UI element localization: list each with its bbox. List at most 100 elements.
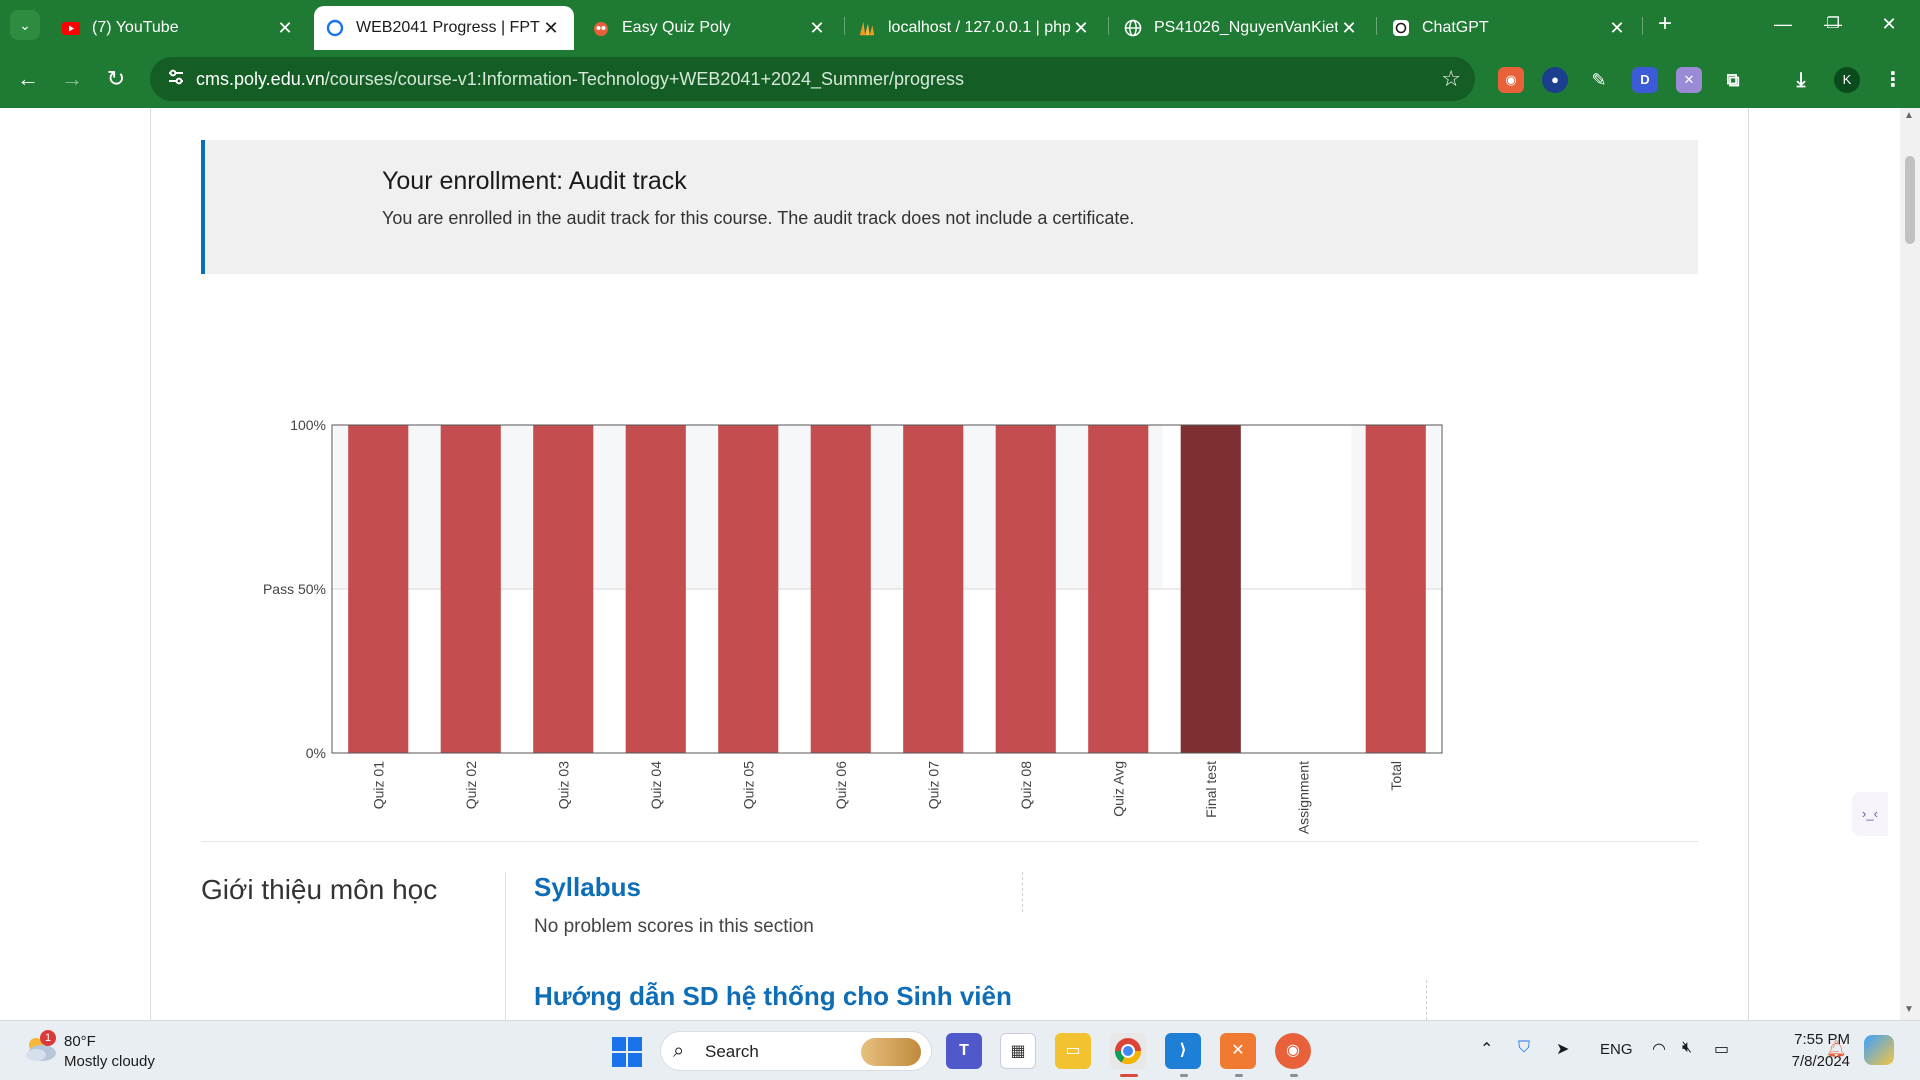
volume-muted-icon[interactable]: 🔇︎ bbox=[1682, 1039, 1692, 1057]
globe-icon bbox=[1124, 19, 1142, 37]
floating-widget-icon[interactable]: ›_‹ bbox=[1852, 792, 1888, 836]
tab-web2041-progress[interactable]: WEB2041 Progress | FPT Po ✕ bbox=[314, 6, 574, 50]
app-indicator bbox=[1290, 1074, 1298, 1077]
weather-badge: 1 bbox=[40, 1030, 56, 1046]
chrome-menu-icon[interactable]: ⋮ bbox=[1880, 67, 1906, 93]
circle-extension-icon[interactable]: ● bbox=[1542, 67, 1568, 93]
student-guide-link[interactable]: Hướng dẫn SD hệ thống cho Sinh viên bbox=[534, 981, 1012, 1012]
tab-search-button[interactable]: ⌄ bbox=[10, 10, 40, 40]
bar-quiz-08 bbox=[995, 425, 1056, 753]
owl-extension-icon[interactable]: ◉ bbox=[1498, 67, 1524, 93]
enrollment-banner: Your enrollment: Audit track You are enr… bbox=[201, 140, 1698, 274]
d-extension-icon[interactable]: D bbox=[1632, 67, 1658, 93]
app-indicator bbox=[1180, 1074, 1188, 1077]
youtube-icon bbox=[62, 19, 80, 37]
close-tab-icon[interactable]: ✕ bbox=[540, 18, 562, 39]
wifi-icon[interactable]: ◠ bbox=[1652, 1039, 1666, 1059]
minimize-window-button[interactable]: — bbox=[1760, 8, 1806, 40]
x-tick-label: Quiz 02 bbox=[463, 761, 479, 809]
defender-shield-icon[interactable]: ⛉ bbox=[1518, 1039, 1530, 1057]
chrome-icon[interactable] bbox=[1110, 1033, 1146, 1069]
profile-avatar[interactable]: K bbox=[1834, 67, 1860, 93]
tray-overflow-chevron-icon[interactable]: ⌃ bbox=[1480, 1039, 1493, 1059]
windows-start-icon[interactable] bbox=[612, 1037, 642, 1067]
taskbar-search[interactable]: ⌕ Search bbox=[660, 1031, 932, 1071]
tab-ps41026[interactable]: PS41026_NguyenVanKiet ✕ bbox=[1112, 6, 1372, 50]
media-extension-icon[interactable]: ✕ bbox=[1676, 67, 1702, 93]
battery-icon[interactable]: ▭ bbox=[1714, 1039, 1729, 1059]
site-settings-icon[interactable] bbox=[164, 67, 188, 91]
xampp-icon[interactable]: ✕ bbox=[1220, 1033, 1256, 1069]
y-tick-label: 0% bbox=[306, 745, 326, 761]
y-tick-label: 100% bbox=[290, 417, 326, 433]
new-tab-button[interactable]: + bbox=[1650, 10, 1680, 40]
owl-icon bbox=[592, 19, 610, 37]
search-label: Search bbox=[705, 1042, 759, 1061]
tab-easy-quiz-poly[interactable]: Easy Quiz Poly ✕ bbox=[580, 6, 840, 50]
x-tick-label: Quiz 08 bbox=[1018, 761, 1034, 809]
bar-final-test bbox=[1180, 425, 1241, 753]
bar-quiz-01 bbox=[348, 425, 409, 753]
content-border-left bbox=[150, 108, 151, 1020]
weather-description[interactable]: Mostly cloudy bbox=[64, 1053, 155, 1070]
eyedropper-icon[interactable]: ✎ bbox=[1586, 67, 1612, 93]
x-tick-label: Quiz 04 bbox=[648, 761, 664, 809]
app-indicator bbox=[1235, 1074, 1243, 1077]
scroll-up-arrow[interactable]: ▲ bbox=[1904, 110, 1914, 121]
browser-toolbar: ← → ↻ cms.poly.edu.vn/courses/course-v1:… bbox=[0, 50, 1920, 108]
tab-separator bbox=[1376, 17, 1377, 35]
vscode-icon[interactable]: ⟩ bbox=[1165, 1033, 1201, 1069]
y-tick-label: Pass 50% bbox=[263, 581, 326, 597]
close-tab-icon[interactable]: ✕ bbox=[806, 18, 828, 39]
page-content: Your enrollment: Audit track You are enr… bbox=[0, 108, 1920, 1020]
dashed-divider bbox=[1022, 872, 1023, 912]
tab-phpmyadmin[interactable]: localhost / 127.0.0.1 | php ✕ bbox=[846, 6, 1104, 50]
section-label: Giới thiệu môn học bbox=[201, 874, 438, 905]
windows-taskbar: 1 80°F Mostly cloudy ⌕ Search T ▦ ▭ ⟩ ✕ … bbox=[0, 1020, 1920, 1080]
close-tab-icon[interactable]: ✕ bbox=[1338, 18, 1360, 39]
download-icon[interactable]: ⤓ bbox=[1788, 67, 1814, 93]
store-icon[interactable]: ▦ bbox=[1000, 1033, 1036, 1069]
x-tick-label: Quiz 01 bbox=[370, 761, 386, 809]
url-text: cms.poly.edu.vn/courses/course-v1:Inform… bbox=[196, 69, 965, 89]
copilot-icon[interactable] bbox=[1864, 1035, 1894, 1065]
restore-window-button[interactable]: ❐ bbox=[1810, 8, 1856, 40]
address-bar[interactable]: cms.poly.edu.vn/courses/course-v1:Inform… bbox=[150, 57, 1475, 101]
section-divider bbox=[201, 841, 1698, 842]
back-button[interactable]: ← bbox=[12, 63, 44, 95]
scroll-down-arrow[interactable]: ▼ bbox=[1904, 1004, 1914, 1015]
close-window-button[interactable]: ✕ bbox=[1866, 8, 1912, 40]
notification-bell-icon[interactable]: 🔔︎ bbox=[1826, 1039, 1846, 1059]
location-arrow-icon[interactable]: ➤ bbox=[1556, 1039, 1569, 1059]
page-scrollbar[interactable]: ▲ ▼ bbox=[1900, 108, 1920, 1020]
syllabus-note: No problem scores in this section bbox=[534, 916, 814, 937]
forward-button[interactable]: → bbox=[56, 63, 88, 95]
section-separator bbox=[505, 872, 506, 1020]
tab-separator bbox=[1642, 17, 1643, 35]
syllabus-link[interactable]: Syllabus bbox=[534, 872, 641, 903]
x-tick-label: Final test bbox=[1203, 761, 1219, 818]
x-tick-label: Quiz 03 bbox=[555, 761, 571, 809]
tab-youtube[interactable]: (7) YouTube ✕ bbox=[50, 6, 308, 50]
file-explorer-icon[interactable]: ▭ bbox=[1055, 1033, 1091, 1069]
bookmark-star-icon[interactable]: ☆ bbox=[1441, 67, 1461, 91]
scrollbar-thumb[interactable] bbox=[1905, 156, 1915, 244]
x-tick-label: Quiz 07 bbox=[925, 761, 941, 809]
enrollment-text: You are enrolled in the audit track for … bbox=[382, 208, 1135, 228]
owl-app-icon[interactable]: ◉ bbox=[1275, 1033, 1311, 1069]
bar-quiz-04 bbox=[625, 425, 686, 753]
close-tab-icon[interactable]: ✕ bbox=[274, 18, 296, 39]
close-tab-icon[interactable]: ✕ bbox=[1070, 18, 1092, 39]
x-tick-label: Quiz 06 bbox=[833, 761, 849, 809]
language-indicator[interactable]: ENG bbox=[1600, 1041, 1633, 1058]
bar-quiz-07 bbox=[903, 425, 964, 753]
search-highlight-art bbox=[861, 1038, 921, 1066]
content-border-right bbox=[1748, 108, 1749, 1020]
teams-icon[interactable]: T bbox=[946, 1033, 982, 1069]
weather-temperature[interactable]: 80°F bbox=[64, 1033, 96, 1050]
extensions-puzzle-icon[interactable]: ⧉ bbox=[1720, 67, 1746, 93]
tab-chatgpt[interactable]: ChatGPT ✕ bbox=[1380, 6, 1640, 50]
reload-button[interactable]: ↻ bbox=[100, 63, 132, 95]
chatgpt-icon bbox=[1392, 19, 1410, 37]
close-tab-icon[interactable]: ✕ bbox=[1606, 18, 1628, 39]
